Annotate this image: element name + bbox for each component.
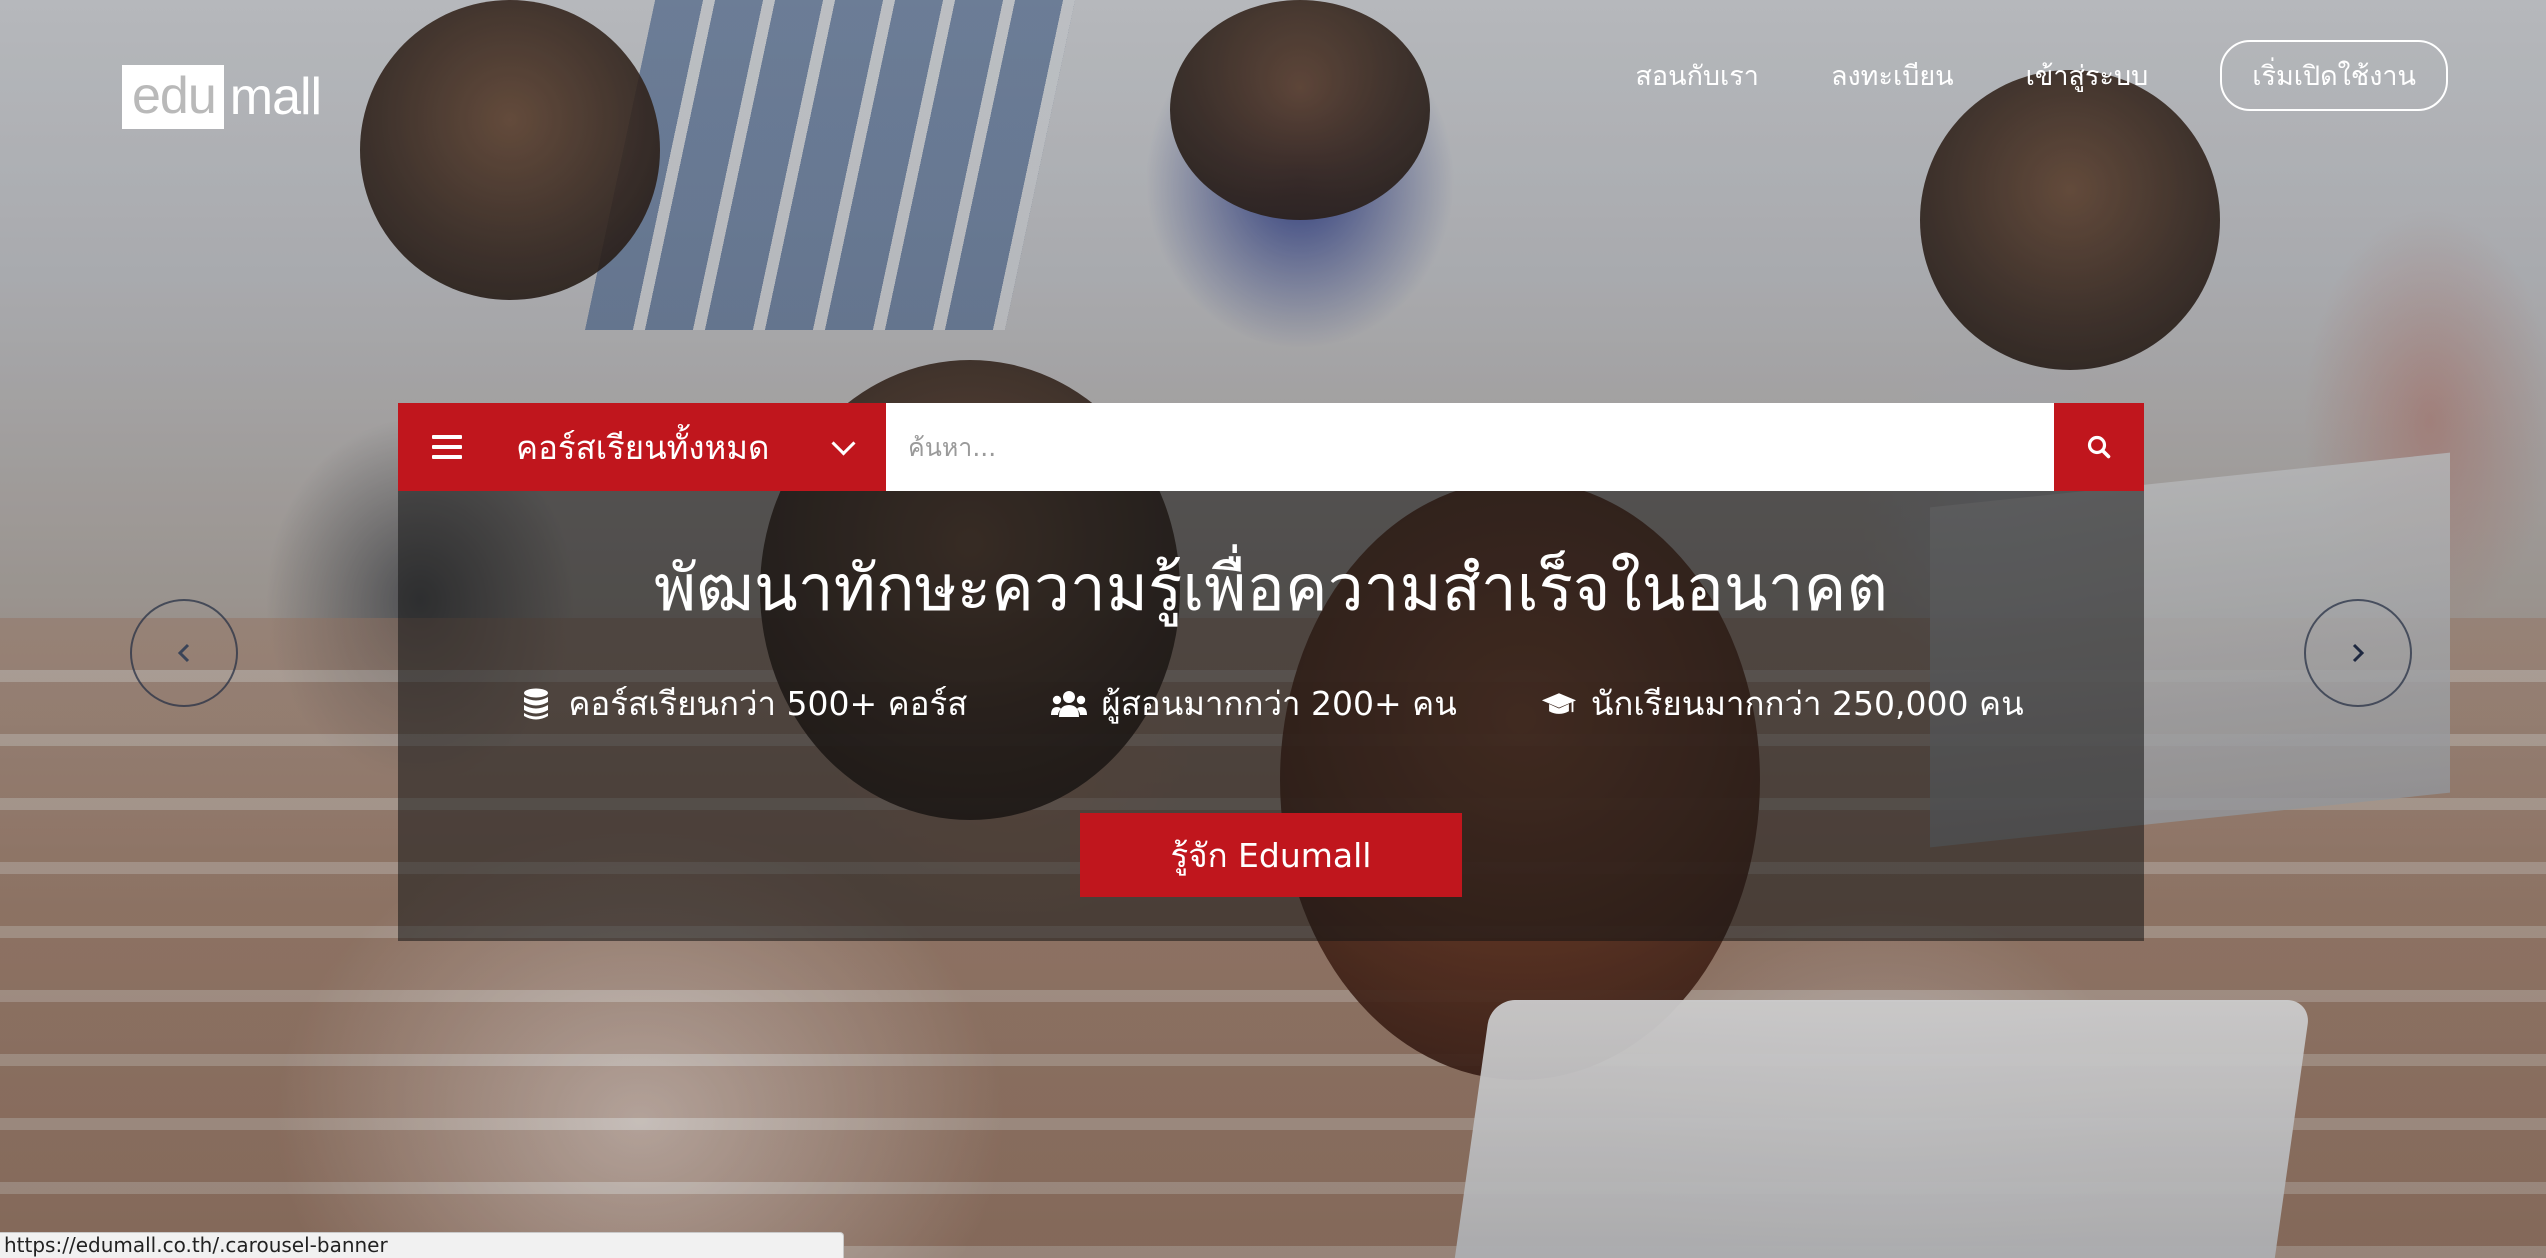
menu-icon — [432, 435, 462, 459]
stat-courses-label: คอร์สเรียนกว่า 500+ คอร์ส — [568, 684, 968, 723]
logo-boxed-text: edu — [122, 65, 224, 129]
hero-stats: คอร์สเรียนกว่า 500+ คอร์ส ผู้สอนมากกว่า … — [398, 677, 2144, 730]
nav-teach-with-us[interactable]: สอนกับเรา — [1635, 54, 1759, 97]
nav-register[interactable]: ลงทะเบียน — [1831, 54, 1954, 97]
stat-students: นักเรียนมากกว่า 250,000 คน — [1541, 677, 2024, 730]
nav-login[interactable]: เข้าสู่ระบบ — [2026, 54, 2149, 97]
stat-students-label: นักเรียนมากกว่า 250,000 คน — [1590, 684, 2024, 723]
about-edumall-button[interactable]: รู้จัก Edumall — [1080, 813, 1462, 897]
database-icon — [518, 686, 554, 722]
graduation-cap-icon — [1541, 686, 1577, 722]
logo-text: mall — [229, 68, 322, 126]
hero-panel: พัฒนาทักษะความรู้เพื่อความสำเร็จในอนาคต … — [398, 491, 2144, 941]
chevron-right-icon — [2352, 643, 2365, 663]
search-icon — [2087, 435, 2111, 459]
carousel-next-button[interactable] — [2304, 599, 2412, 707]
hero-title: พัฒนาทักษะความรู้เพื่อความสำเร็จในอนาคต — [653, 552, 1889, 626]
carousel-banner: edu mall สอนกับเรา ลงทะเบียน เข้าสู่ระบบ… — [0, 0, 2546, 1258]
chevron-left-icon — [177, 643, 190, 663]
carousel-prev-button[interactable] — [130, 599, 238, 707]
stat-instructors: ผู้สอนมากกว่า 200+ คน — [1051, 677, 1457, 730]
category-dropdown-label: คอร์สเรียนทั้งหมด — [516, 427, 770, 467]
chevron-down-icon — [831, 430, 856, 456]
edumall-logo[interactable]: edu mall — [122, 65, 322, 129]
stat-courses: คอร์สเรียนกว่า 500+ คอร์ส — [518, 677, 967, 730]
search-button[interactable] — [2054, 403, 2144, 491]
get-started-button[interactable]: เริ่มเปิดใช้งาน — [2220, 40, 2448, 111]
search-input[interactable] — [886, 403, 2054, 491]
users-icon — [1051, 686, 1088, 722]
browser-status-url: https://edumall.co.th/.carousel-banner — [0, 1232, 844, 1258]
course-category-dropdown[interactable]: คอร์สเรียนทั้งหมด — [398, 403, 886, 491]
course-search-bar: คอร์สเรียนทั้งหมด — [398, 403, 2144, 491]
stat-instructors-label: ผู้สอนมากกว่า 200+ คน — [1101, 684, 1457, 723]
top-nav: สอนกับเรา ลงทะเบียน เข้าสู่ระบบ เริ่มเปิ… — [1635, 40, 2448, 111]
